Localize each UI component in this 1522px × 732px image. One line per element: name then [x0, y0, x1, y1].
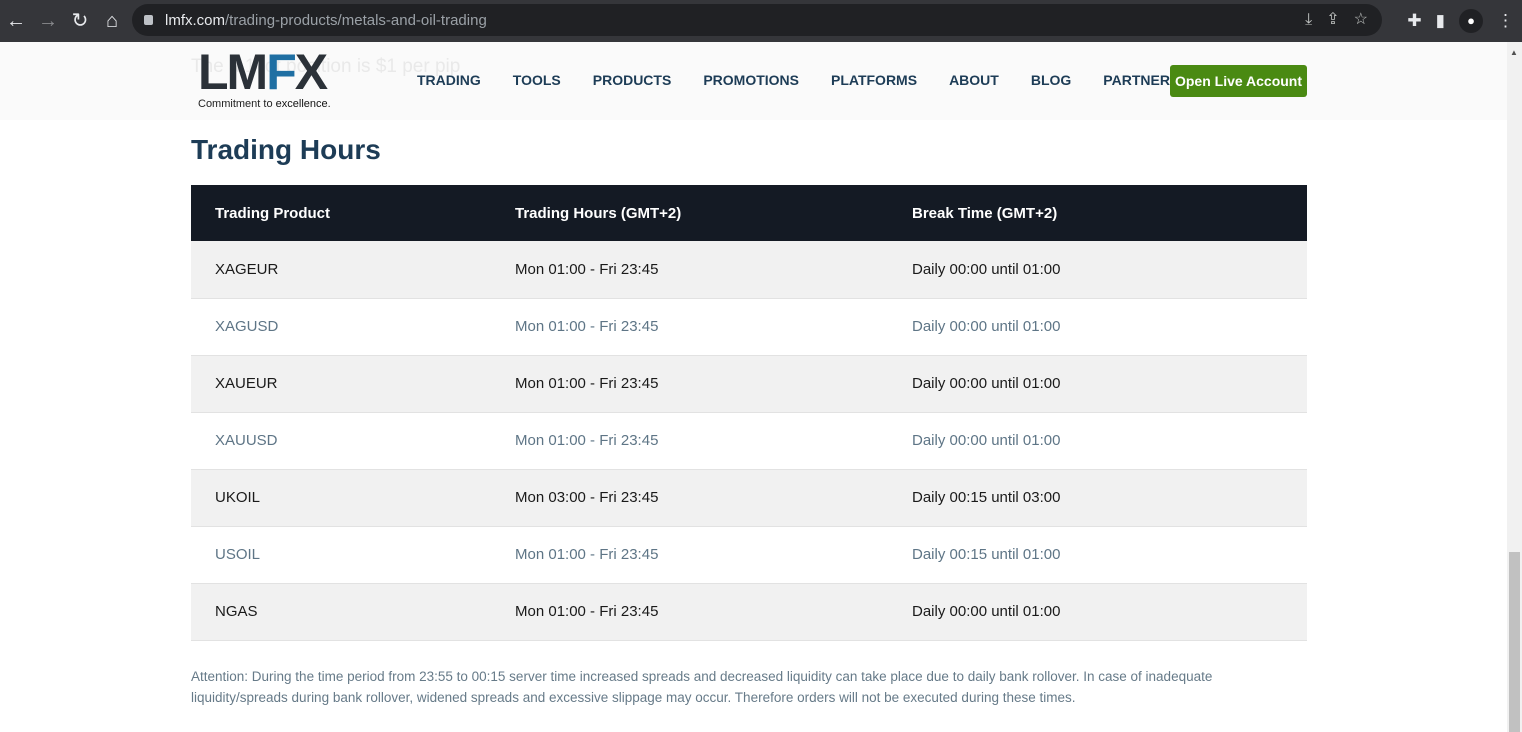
- url-host: lmfx.com: [165, 11, 225, 29]
- address-bar[interactable]: lmfx.com/trading-products/metals-and-oil…: [132, 4, 1382, 36]
- table-cell: Daily 00:00 until 01:00: [888, 583, 1307, 641]
- table-cell: Daily 00:15 until 01:00: [888, 526, 1307, 584]
- extensions-icon[interactable]: ✚: [1407, 0, 1421, 42]
- table-cell: NGAS: [191, 583, 491, 641]
- nav-blog[interactable]: BLOG: [1031, 72, 1071, 88]
- home-icon[interactable]: ⌂: [96, 1, 128, 41]
- main-nav: TRADING TOOLS PRODUCTS PROMOTIONS PLATFO…: [417, 72, 1211, 88]
- table-cell: Mon 03:00 - Fri 23:45: [491, 469, 888, 527]
- open-live-account-button[interactable]: Open Live Account: [1170, 65, 1307, 97]
- column-header: Trading Hours (GMT+2): [491, 185, 888, 241]
- table-cell: Daily 00:00 until 01:00: [888, 412, 1307, 470]
- table-cell: Daily 00:00 until 01:00: [888, 241, 1307, 299]
- site-header: The a 1 lot position is $1 per pip LMFX …: [0, 42, 1507, 120]
- bookmark-star-icon[interactable]: ☆: [1354, 4, 1368, 36]
- back-icon[interactable]: ←: [0, 1, 32, 41]
- table-cell: USOIL: [191, 526, 491, 584]
- trading-hours-table: Trading Product Trading Hours (GMT+2) Br…: [191, 185, 1307, 641]
- table-row: XAUUSD Mon 01:00 - Fri 23:45 Daily 00:00 u…: [191, 412, 1307, 470]
- page-title: Trading Hours: [191, 134, 381, 165]
- nav-trading[interactable]: TRADING: [417, 72, 481, 88]
- table-row: XAUEUR Mon 01:00 - Fri 23:45 Daily 00:00 u…: [191, 355, 1307, 413]
- table-row: XAGEUR Mon 01:00 - Fri 23:45 Daily 00:00 u…: [191, 241, 1307, 299]
- table-cell: Mon 01:00 - Fri 23:45: [491, 412, 888, 470]
- table-cell: Mon 01:00 - Fri 23:45: [491, 241, 888, 299]
- reload-icon[interactable]: ↻: [64, 1, 96, 41]
- nav-platforms[interactable]: PLATFORMS: [831, 72, 917, 88]
- scrollbar[interactable]: ▲: [1507, 42, 1522, 732]
- attention-note: Attention: During the time period from 2…: [191, 669, 1213, 705]
- table-cell: XAUEUR: [191, 355, 491, 413]
- table-row: XAGUSD Mon 01:00 - Fri 23:45 Daily 00:00 u…: [191, 298, 1307, 356]
- table-cell: UKOIL: [191, 469, 491, 527]
- install-icon[interactable]: ⤓: [1305, 4, 1312, 36]
- table-cell: Daily 00:00 until 01:00: [888, 298, 1307, 356]
- table-row: USOIL Mon 01:00 - Fri 23:45 Daily 00:15 un…: [191, 526, 1307, 584]
- table-cell: Daily 00:15 until 03:00: [888, 469, 1307, 527]
- tagline: Commitment to excellence.: [198, 98, 331, 110]
- side-panel-icon[interactable]: ▮: [1436, 0, 1445, 42]
- column-header: Break Time (GMT+2): [888, 185, 1307, 241]
- table-cell: Daily 00:00 until 01:00: [888, 355, 1307, 413]
- lock-icon: [144, 15, 153, 25]
- table-cell: XAUUSD: [191, 412, 491, 470]
- nav-about[interactable]: ABOUT: [949, 72, 999, 88]
- table-cell: XAGEUR: [191, 241, 491, 299]
- nav-promotions[interactable]: PROMOTIONS: [703, 72, 799, 88]
- browser-toolbar: ← → ↻ ⌂ lmfx.com/trading-products/metals…: [0, 0, 1522, 42]
- table-row: UKOIL Mon 03:00 - Fri 23:45 Daily 00:15 un…: [191, 469, 1307, 527]
- table-cell: Mon 01:00 - Fri 23:45: [491, 298, 888, 356]
- forward-icon[interactable]: →: [32, 1, 64, 41]
- table-row: NGAS Mon 01:00 - Fri 23:45 Daily 00:00 unt…: [191, 583, 1307, 641]
- menu-icon[interactable]: ⋮: [1497, 0, 1514, 42]
- table-cell: Mon 01:00 - Fri 23:45: [491, 526, 888, 584]
- scroll-up-icon[interactable]: ▲: [1510, 48, 1518, 57]
- table-cell: XAGUSD: [191, 298, 491, 356]
- logo-text: LMFX: [198, 44, 328, 100]
- logo[interactable]: LMFX Commitment to excellence.: [198, 44, 331, 110]
- share-icon[interactable]: ⇪: [1326, 4, 1339, 36]
- nav-partners[interactable]: PARTNERS: [1103, 72, 1179, 88]
- profile-icon[interactable]: ●: [1459, 9, 1483, 33]
- table-cell: Mon 01:00 - Fri 23:45: [491, 583, 888, 641]
- scrollbar-thumb[interactable]: [1509, 552, 1520, 732]
- column-header: Trading Product: [191, 185, 491, 241]
- nav-tools[interactable]: TOOLS: [513, 72, 561, 88]
- table-cell: Mon 01:00 - Fri 23:45: [491, 355, 888, 413]
- nav-products[interactable]: PRODUCTS: [593, 72, 672, 88]
- url-path: /trading-products/metals-and-oil-trading: [225, 11, 487, 29]
